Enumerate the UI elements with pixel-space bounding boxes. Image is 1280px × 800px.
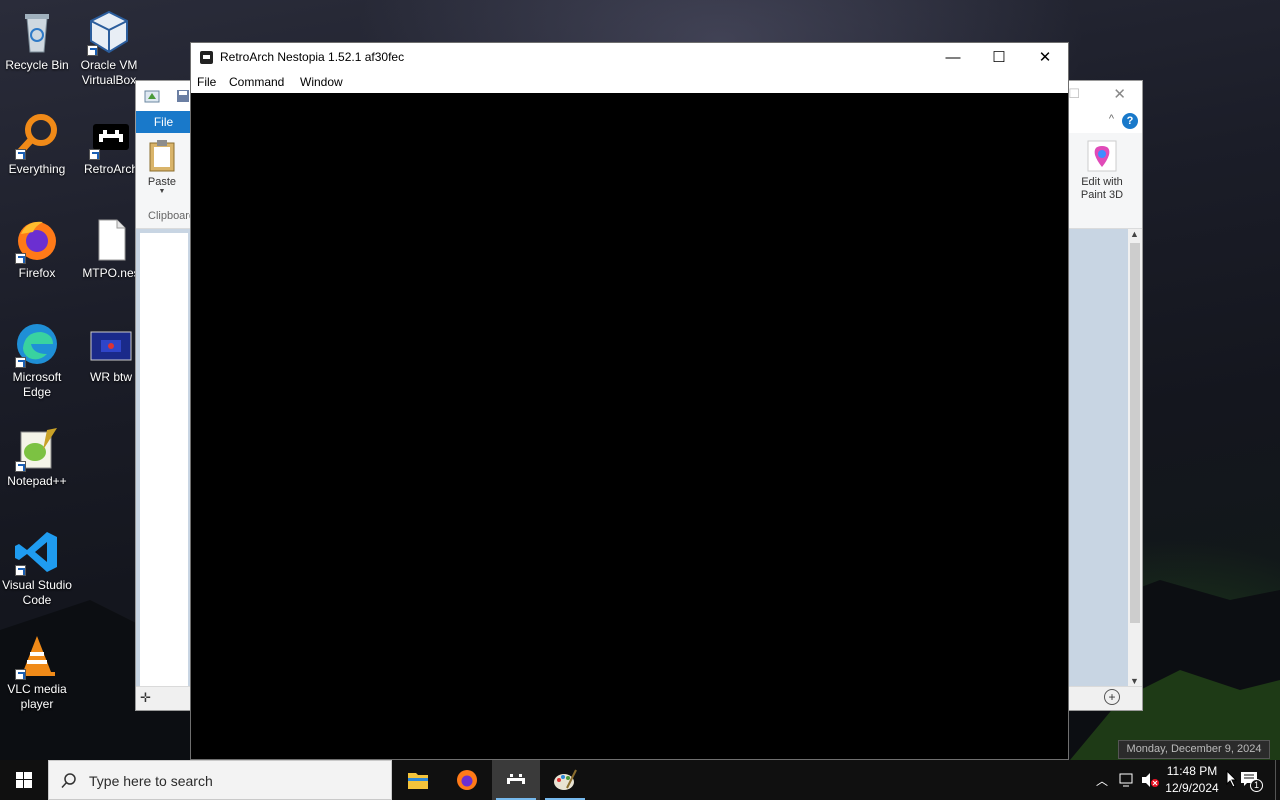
- file-icon: [98, 219, 126, 261]
- clipboard-group-label: Clipboard: [148, 210, 196, 222]
- paint-file-tab[interactable]: File: [136, 111, 191, 133]
- menu-window[interactable]: Window: [300, 75, 343, 89]
- desktop-icon-edge[interactable]: Microsoft Edge: [0, 320, 74, 400]
- menu-file[interactable]: File: [197, 75, 216, 89]
- taskbar-app-firefox[interactable]: [443, 760, 491, 800]
- volume-muted-icon[interactable]: [1141, 772, 1159, 788]
- taskbar-search-box[interactable]: Type here to search: [48, 760, 392, 800]
- shortcut-arrow-icon: [15, 253, 26, 264]
- window-title: RetroArch Nestopia 1.52.1 af30fec: [220, 50, 405, 64]
- video-thumbnail-icon: [90, 331, 132, 361]
- taskbar-app-paint[interactable]: [541, 760, 589, 800]
- edit-with-paint3d-label: Edit with Paint 3D: [1080, 176, 1124, 201]
- search-icon: [61, 773, 76, 789]
- recycle-bin-icon: [25, 14, 49, 53]
- retroarch-window[interactable]: RetroArch Nestopia 1.52.1 af30fec — ☐ ✕ …: [190, 42, 1069, 760]
- retroarch-icon: [507, 774, 525, 784]
- emulator-screen[interactable]: [191, 93, 1068, 759]
- desktop-icon-label: VLC media player: [7, 682, 67, 711]
- search-placeholder: Type here to search: [89, 773, 213, 789]
- shortcut-arrow-icon: [15, 357, 26, 368]
- chevron-down-icon: ▼: [158, 188, 166, 195]
- clipboard-paste-icon: [149, 140, 175, 172]
- desktop-icon-everything[interactable]: Everything: [0, 112, 74, 177]
- retroarch-app-icon: [200, 51, 213, 64]
- desktop-icon-vscode[interactable]: Visual Studio Code: [0, 528, 74, 608]
- desktop-icon-label: Recycle Bin: [5, 58, 69, 72]
- desktop-icon-label: Firefox: [18, 266, 56, 280]
- desktop-icon-virtualbox[interactable]: Oracle VM VirtualBox: [72, 8, 146, 88]
- zoom-in-icon[interactable]: +: [1104, 689, 1120, 705]
- date-tooltip: Monday, December 9, 2024: [1118, 740, 1270, 759]
- desktop-icon-firefox[interactable]: Firefox: [0, 216, 74, 281]
- windows-logo-icon: [16, 772, 32, 788]
- desktop-icon-label: Visual Studio Code: [2, 578, 72, 607]
- scroll-up-icon[interactable]: ▲: [1130, 229, 1139, 239]
- paint-vertical-scrollbar[interactable]: ▲ ▼: [1128, 229, 1142, 686]
- paint-canvas[interactable]: [140, 233, 188, 687]
- shortcut-arrow-icon: [15, 565, 26, 576]
- paint3d-icon: [1087, 140, 1117, 172]
- menu-command[interactable]: Command: [229, 75, 284, 89]
- clock-date: 12/9/2024: [1165, 781, 1219, 795]
- taskbar-app-file-explorer[interactable]: [394, 760, 442, 800]
- desktop-icon-label: Everything: [8, 162, 66, 176]
- minimize-button[interactable]: —: [930, 43, 976, 72]
- paste-button[interactable]: Paste ▼: [144, 139, 180, 196]
- save-icon[interactable]: [176, 89, 190, 103]
- desktop-icon-notepadpp[interactable]: Notepad++: [0, 424, 74, 489]
- clock-time: 11:48 PM: [1166, 764, 1218, 778]
- retroarch-titlebar[interactable]: RetroArch Nestopia 1.52.1 af30fec — ☐ ✕: [191, 43, 1068, 72]
- edit-with-paint3d-button[interactable]: Edit with Paint 3D: [1070, 139, 1134, 202]
- scroll-down-icon[interactable]: ▼: [1130, 676, 1139, 686]
- shortcut-arrow-icon: [89, 149, 100, 160]
- desktop-icon-label: Notepad++: [7, 474, 67, 488]
- paste-label: Paste: [147, 176, 177, 188]
- paint-maximize-icon[interactable]: ☐: [1068, 86, 1080, 102]
- help-icon[interactable]: ?: [1122, 113, 1138, 129]
- desktop-icon-recycle-bin[interactable]: Recycle Bin: [0, 8, 74, 73]
- desktop-icon-label: Microsoft Edge: [12, 370, 62, 399]
- ribbon-collapse-icon[interactable]: ^: [1109, 113, 1114, 125]
- taskbar: Type here to search ︿ 11:48 PM 12/9/2024…: [0, 760, 1280, 800]
- close-button[interactable]: ✕: [1022, 43, 1068, 72]
- file-explorer-icon: [408, 773, 428, 789]
- start-button[interactable]: [0, 760, 48, 800]
- network-icon[interactable]: [1118, 772, 1136, 788]
- shortcut-arrow-icon: [87, 45, 98, 56]
- paint-quick-access-icon[interactable]: [144, 88, 160, 104]
- retroarch-menubar: File Command Window: [191, 72, 1068, 93]
- shortcut-arrow-icon: [15, 669, 26, 680]
- shortcut-arrow-icon: [15, 461, 26, 472]
- firefox-icon: [457, 770, 477, 790]
- maximize-button[interactable]: ☐: [976, 43, 1022, 72]
- desktop-icon-vlc[interactable]: VLC media player: [0, 632, 74, 712]
- paint-close-icon[interactable]: ✕: [1113, 85, 1126, 103]
- show-hidden-icons-chevron-icon[interactable]: ︿: [1096, 772, 1108, 789]
- move-cursor-icon: ✛: [140, 690, 151, 705]
- taskbar-app-retroarch[interactable]: [492, 760, 540, 800]
- shortcut-arrow-icon: [15, 149, 26, 160]
- show-desktop-button[interactable]: [1275, 760, 1280, 800]
- action-center-button[interactable]: 1: [1236, 760, 1270, 800]
- paint-icon: [554, 769, 577, 790]
- tray-clock[interactable]: 11:48 PM 12/9/2024: [1162, 763, 1222, 797]
- scrollbar-thumb[interactable]: [1130, 243, 1140, 623]
- notification-count-badge: 1: [1250, 779, 1263, 792]
